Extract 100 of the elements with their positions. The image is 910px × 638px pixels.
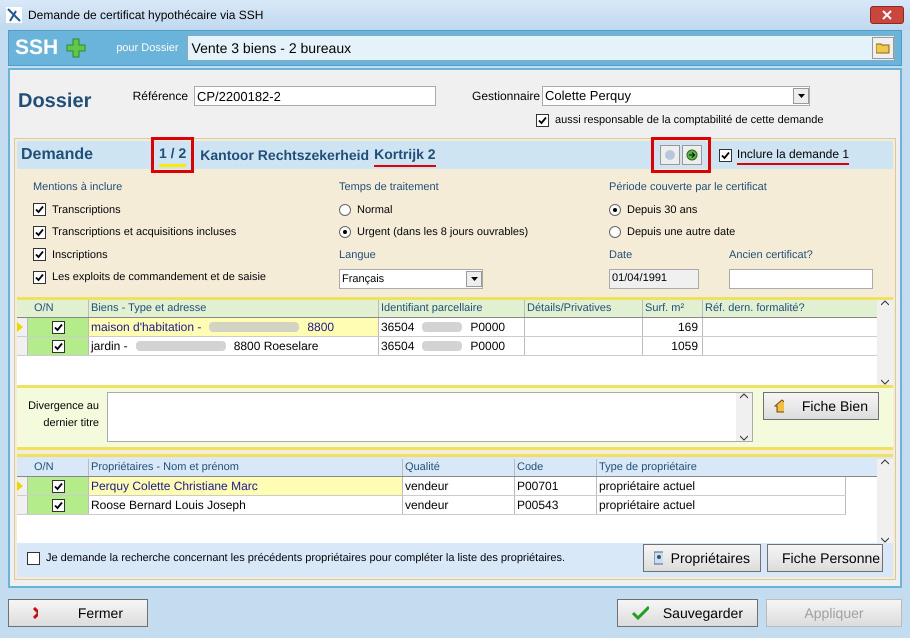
checkbox[interactable]: [52, 480, 64, 492]
checkbox[interactable]: [52, 340, 64, 352]
radio-button[interactable]: [609, 226, 621, 238]
checkbox[interactable]: [33, 226, 46, 239]
app-icon: [6, 7, 22, 23]
house-icon: [774, 399, 784, 413]
table-cell: propriétaire actuel: [596, 477, 846, 495]
table-cell: Roose Bernard Louis Joseph: [88, 496, 402, 514]
checkbox[interactable]: [52, 320, 64, 334]
people-icon: [654, 551, 663, 565]
table-cell: Perquy Colette Christiane Marc: [88, 477, 402, 495]
column-header: Identifiant parcellaire: [378, 300, 524, 317]
langue-dropdown[interactable]: Français: [339, 269, 483, 289]
radio-button[interactable]: [339, 226, 351, 238]
window-title: Demande de certificat hypothécaire via SSH: [28, 7, 264, 24]
fermer-button[interactable]: Fermer: [8, 599, 148, 627]
fiche-personne-button[interactable]: Fiche Personne: [767, 544, 883, 572]
table-cell: maison d'habitation - 8800: [88, 318, 378, 336]
scroll-down-icon[interactable]: [881, 537, 889, 543]
ancien-certificat-field[interactable]: [729, 269, 873, 289]
section-title: Demande: [21, 145, 94, 165]
column-header: Code: [514, 459, 596, 476]
scroll-down-icon[interactable]: [881, 379, 889, 385]
table-cell: P00543: [514, 496, 596, 514]
table-cell: vendeur: [402, 477, 514, 495]
table-cell: propriétaire actuel: [596, 496, 846, 514]
column-header: Qualité: [402, 459, 514, 476]
dossier-label: pour Dossier: [116, 40, 179, 56]
checkbox[interactable]: [536, 114, 549, 127]
gestionnaire-dropdown[interactable]: Colette Perquy: [542, 86, 810, 106]
group-title: Période couverte par le certificat: [609, 180, 768, 195]
fiche-bien-button[interactable]: Fiche Bien: [763, 392, 879, 420]
request-counter: 1 / 2: [159, 143, 186, 167]
folder-icon[interactable]: [872, 37, 894, 59]
reference-field[interactable]: CP/2200182-2: [194, 86, 436, 106]
next-button[interactable]: [682, 145, 702, 165]
column-header: Type de propriétaire: [596, 459, 846, 476]
radio-button[interactable]: [609, 204, 621, 216]
column-header: Détails/Privatives: [524, 300, 642, 317]
checkbox-label: aussi responsable de la comptabilité de cette demande: [555, 113, 824, 128]
field-label: Date: [609, 248, 634, 262]
checkbox-label: Inscriptions: [52, 248, 108, 262]
checkbox[interactable]: [33, 270, 46, 284]
radio-label: Urgent (dans les 8 jours ouvrables): [357, 225, 528, 240]
checkbox[interactable]: [33, 203, 46, 216]
column-header: O/N: [33, 460, 55, 475]
column-header: Biens - Type et adresse: [88, 300, 378, 317]
checkbox[interactable]: [27, 552, 40, 564]
radio-label: Depuis une autre date: [627, 225, 736, 240]
scroll-up-icon[interactable]: [881, 300, 889, 306]
pointer-icon: [17, 481, 23, 491]
radio-label: Depuis 30 ans: [627, 202, 698, 218]
group-title: Temps de traitement: [339, 180, 440, 195]
checkbox[interactable]: [33, 248, 46, 262]
table-cell: 36504 P0000: [378, 337, 524, 355]
scrollbar[interactable]: [877, 300, 893, 385]
plus-icon: [66, 38, 86, 58]
scroll-down-icon[interactable]: [740, 435, 748, 441]
sauvegarder-button[interactable]: Sauvegarder: [617, 599, 758, 627]
scroll-up-icon[interactable]: [881, 459, 889, 465]
blurred-text: [422, 341, 462, 351]
checkbox[interactable]: [718, 148, 732, 162]
date-field[interactable]: 01/04/1991: [609, 269, 699, 289]
checkbox-label: Les exploits de commandement et de saisie: [52, 270, 266, 285]
field-label: Divergence au dernier titre: [27, 399, 99, 431]
circle-icon: [664, 149, 676, 161]
column-header: O/N: [33, 301, 55, 316]
radio-button[interactable]: [339, 204, 351, 216]
office-city: Kortrijk 2: [374, 144, 436, 166]
field-label: Référence: [132, 88, 188, 105]
checkbox-label: Je demande la recherche concernant les précédents propriétaires pour compléter la liste des propriétaires.: [46, 550, 566, 566]
close-button[interactable]: [870, 6, 904, 24]
scrollbar[interactable]: [877, 459, 893, 543]
checkbox-label: Transcriptions: [52, 202, 121, 218]
table-cell: 1059: [642, 337, 702, 355]
divergence-field[interactable]: [107, 392, 753, 442]
blurred-text: [422, 322, 462, 332]
office-name: Kantoor Rechtszekerheid: [200, 146, 370, 164]
dossier-field[interactable]: Vente 3 biens - 2 bureaux: [186, 35, 895, 61]
field-label: Ancien certificat?: [729, 248, 814, 262]
table-cell: vendeur: [402, 496, 514, 514]
checkbox-label: Inclure la demande 1: [736, 145, 849, 165]
proprietaires-button[interactable]: Propriétaires: [643, 544, 761, 572]
table-cell: jardin - 8800 Roeselare: [88, 337, 378, 355]
column-header: Surf. m²: [642, 300, 702, 317]
checkbox[interactable]: [52, 498, 64, 512]
pointer-icon: [17, 322, 23, 332]
section-title: Dossier: [18, 89, 92, 114]
table-cell: 36504 P0000: [378, 318, 524, 336]
arrow-right-icon: [686, 149, 698, 161]
scroll-up-icon[interactable]: [740, 393, 748, 399]
scrollbar[interactable]: [736, 393, 752, 441]
table-cell: 169: [642, 318, 702, 336]
table-cell: P00701: [514, 477, 596, 495]
field-label: Langue: [339, 248, 377, 262]
checkbox-label: Transcriptions et acquisitions incluses: [52, 225, 236, 240]
column-header: Propriétaires - Nom et prénom: [88, 459, 402, 476]
group-title: Mentions à inclure: [33, 180, 124, 195]
checkmark-icon: [632, 606, 649, 620]
radio-label: Normal: [357, 202, 392, 218]
